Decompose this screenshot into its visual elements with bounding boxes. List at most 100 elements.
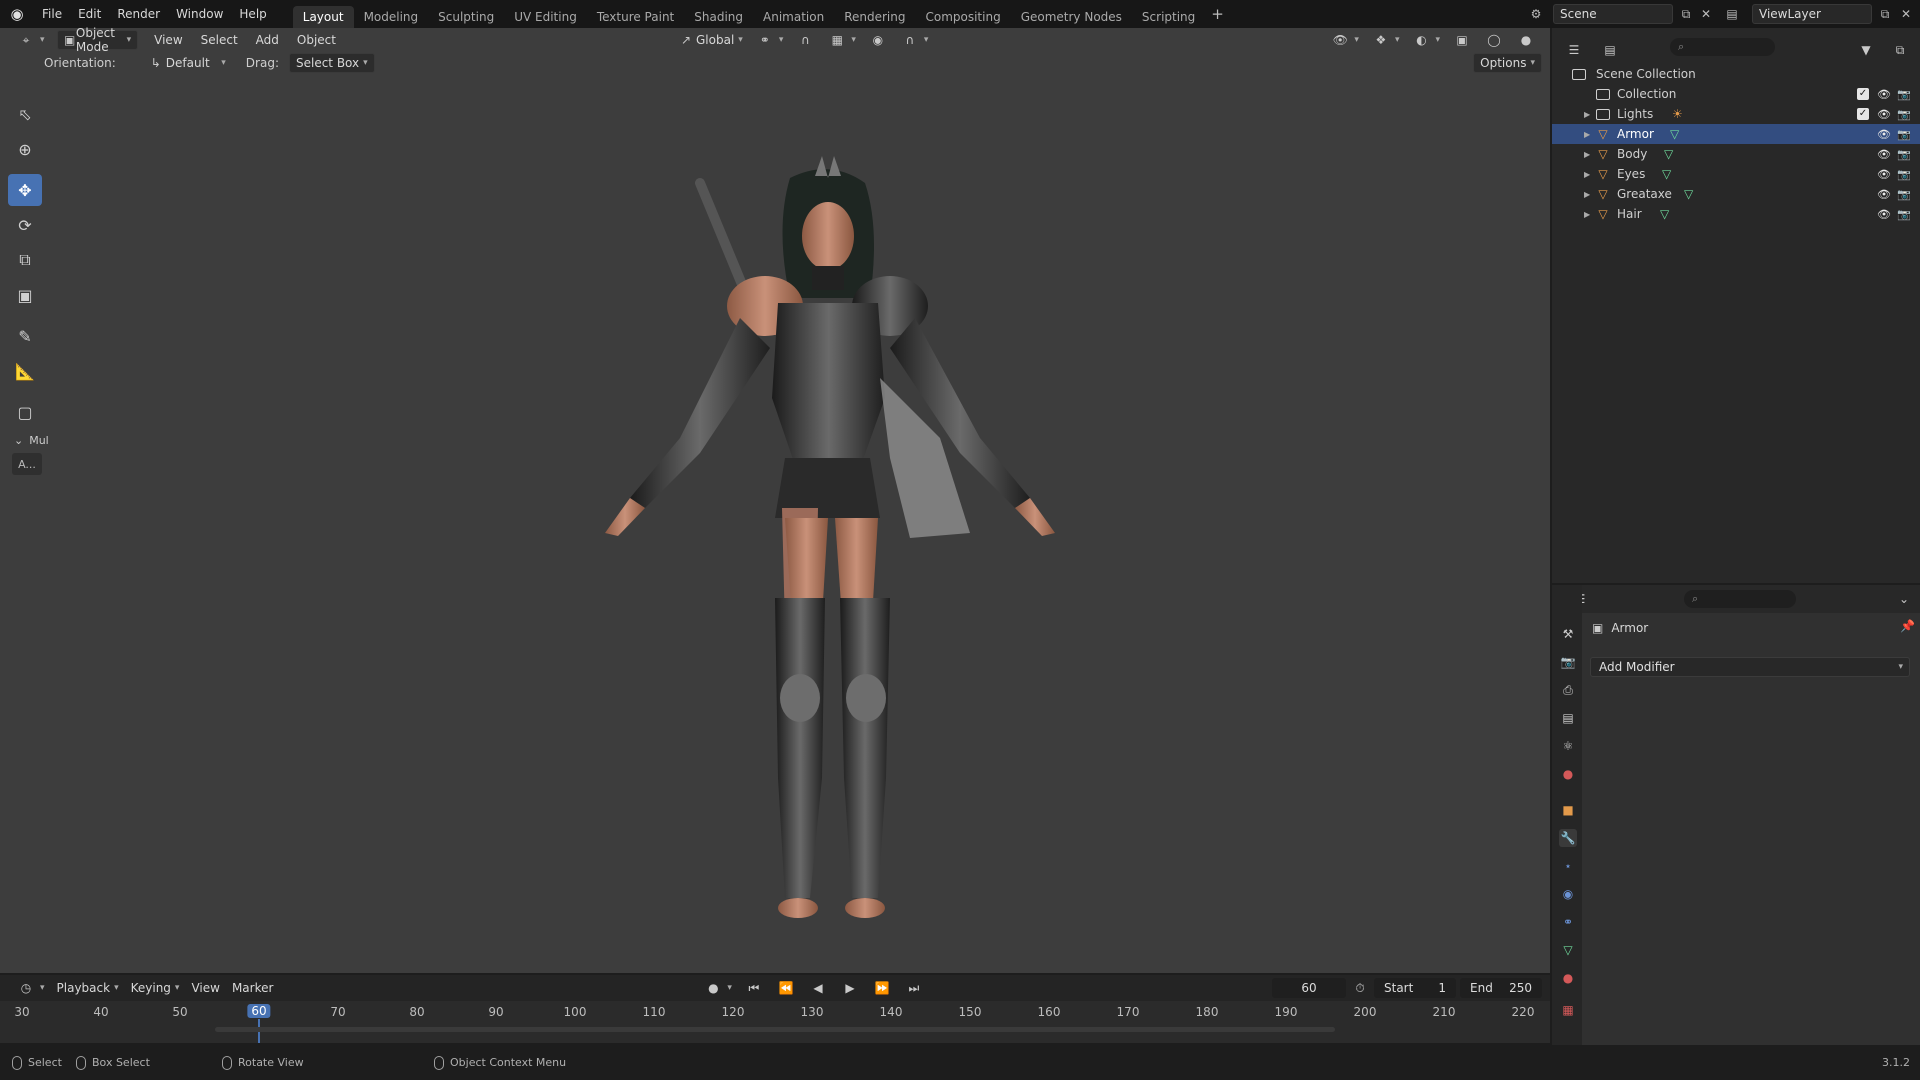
menu-edit[interactable]: Edit <box>70 0 109 28</box>
move-tool[interactable]: ✥ <box>8 174 42 206</box>
camera-icon[interactable]: 📷 <box>1897 168 1911 181</box>
current-frame-field[interactable]: 60 <box>1272 978 1346 998</box>
menu-keying[interactable]: Keying ▾ <box>125 978 186 998</box>
menu-timeline-view[interactable]: View <box>185 978 225 998</box>
add-cube-tool[interactable]: ▢ <box>8 396 42 428</box>
jump-start-button[interactable]: ⏮ <box>738 978 770 998</box>
transform-tool[interactable]: ▣ <box>8 279 42 311</box>
scene-browse-icon[interactable]: ⚙ <box>1526 4 1546 24</box>
mesh-data-icon[interactable]: ▽ <box>1684 187 1693 201</box>
menu-marker[interactable]: Marker <box>226 978 279 998</box>
delete-scene-icon[interactable]: ✕ <box>1696 4 1716 24</box>
editor-type-button[interactable]: ⌖ ▾ <box>10 30 51 50</box>
menu-view[interactable]: View <box>148 30 188 50</box>
particles-tab-icon[interactable]: ⋆ <box>1559 857 1577 875</box>
xray-toggle[interactable]: ▣ <box>1446 30 1478 50</box>
blender-logo-icon[interactable]: ◉ <box>0 0 34 28</box>
frame-ruler[interactable]: 30 40 50 60 70 80 90 100 110 120 130 140 150 160 170 18… <box>0 1001 1550 1043</box>
new-collection-icon[interactable]: ⧉ <box>1890 40 1910 60</box>
expand-arrow-icon[interactable]: ▶ <box>1584 170 1590 179</box>
shading-wireframe[interactable]: ◯ <box>1478 30 1510 50</box>
timeline-editor-type[interactable]: ◷ ▾ <box>10 978 51 998</box>
constraints-tab-icon[interactable]: ⚭ <box>1559 913 1577 931</box>
camera-icon[interactable]: 📷 <box>1897 88 1911 101</box>
measure-tool[interactable]: 📐 <box>8 355 42 387</box>
texture-tab-icon[interactable]: ▦ <box>1559 1001 1577 1019</box>
annotate-tool[interactable]: ✎ <box>8 320 42 352</box>
camera-icon[interactable]: 📷 <box>1897 148 1911 161</box>
object-tab-icon[interactable]: ■ <box>1559 801 1577 819</box>
snap-toggle[interactable]: ∩ <box>789 30 821 50</box>
outliner-row-eyes[interactable]: ▶ ▽ Eyes ▽ 👁 📷 <box>1552 164 1920 184</box>
expand-arrow-icon[interactable]: ▶ <box>1584 190 1590 199</box>
mesh-data-icon[interactable]: ▽ <box>1664 147 1673 161</box>
start-frame-field[interactable]: Start 1 <box>1374 978 1456 998</box>
expand-arrow-icon[interactable]: ▶ <box>1584 150 1590 159</box>
add-modifier-dropdown[interactable]: Add Modifier ▾ <box>1590 657 1910 677</box>
menu-help[interactable]: Help <box>231 0 274 28</box>
mesh-data-icon[interactable]: ▽ <box>1670 127 1679 141</box>
pin-icon[interactable]: 📌 <box>1900 619 1915 633</box>
filter-icon[interactable]: ▼ <box>1856 40 1876 60</box>
view-layer-browse-icon[interactable]: ▤ <box>1722 4 1742 24</box>
menu-render[interactable]: Render <box>109 0 168 28</box>
outliner-row-greataxe[interactable]: ▶ ▽ Greataxe ▽ 👁 📷 <box>1552 184 1920 204</box>
camera-icon[interactable]: 📷 <box>1897 208 1911 221</box>
output-tab-icon[interactable]: ⎙ <box>1559 681 1577 699</box>
end-frame-field[interactable]: End 250 <box>1460 978 1542 998</box>
play-reverse-button[interactable]: ◀ <box>802 978 834 998</box>
scale-tool[interactable]: ⧉ <box>8 244 42 276</box>
eye-icon[interactable]: 👁 <box>1877 148 1891 161</box>
exclude-checkbox[interactable]: ✓ <box>1857 108 1869 120</box>
cursor-tool[interactable]: ⊕ <box>8 133 42 165</box>
outliner-row-collection[interactable]: Collection ✓ 👁 📷 <box>1552 84 1920 104</box>
next-keyframe-button[interactable]: ⏩ <box>866 978 898 998</box>
orientation-dropdown[interactable]: ↳ Default ▾ <box>140 53 232 73</box>
eye-icon[interactable]: 👁 <box>1877 88 1891 101</box>
expand-arrow-icon[interactable]: ▶ <box>1584 210 1590 219</box>
play-button[interactable]: ▶ <box>834 978 866 998</box>
character-model[interactable] <box>560 138 1100 958</box>
camera-icon[interactable]: 📷 <box>1897 128 1911 141</box>
menu-select[interactable]: Select <box>195 30 244 50</box>
scene-tab-icon[interactable]: ⚛ <box>1559 737 1577 755</box>
outliner-row-hair[interactable]: ▶ ▽ Hair ▽ 👁 📷 <box>1552 204 1920 224</box>
transform-orientation-dropdown[interactable]: ↗ Global ▾ <box>670 30 749 50</box>
prev-keyframe-button[interactable]: ⏪ <box>770 978 802 998</box>
current-frame-indicator[interactable]: 60 <box>247 1004 271 1018</box>
expand-arrow-icon[interactable]: ▶ <box>1584 110 1590 119</box>
jump-end-button[interactable]: ⏭ <box>898 978 930 998</box>
material-tab-icon[interactable]: ● <box>1559 969 1577 987</box>
menu-object[interactable]: Object <box>291 30 342 50</box>
tab-sculpting[interactable]: Sculpting <box>428 6 504 28</box>
tab-compositing[interactable]: Compositing <box>915 6 1010 28</box>
menu-playback[interactable]: Playback ▾ <box>51 978 125 998</box>
expand-arrow-icon[interactable]: ▶ <box>1584 130 1590 139</box>
camera-icon[interactable]: 📷 <box>1897 188 1911 201</box>
menu-add[interactable]: Add <box>250 30 285 50</box>
new-scene-icon[interactable]: ⧉ <box>1676 4 1696 24</box>
scene-field[interactable]: Scene <box>1553 4 1673 24</box>
physics-tab-icon[interactable]: ◉ <box>1559 885 1577 903</box>
render-tab-icon[interactable]: 📷 <box>1559 653 1577 671</box>
eye-icon[interactable]: 👁 <box>1877 168 1891 181</box>
tab-modeling[interactable]: Modeling <box>354 6 429 28</box>
tool-tab-icon[interactable]: ⚒ <box>1559 625 1577 643</box>
select-box-tool[interactable]: ⬁ <box>8 98 42 130</box>
eye-icon[interactable]: 👁 <box>1877 208 1891 221</box>
tab-uv-editing[interactable]: UV Editing <box>504 6 587 28</box>
outliner-row-armor[interactable]: ▶ ▽ Armor ▽ 👁 📷 <box>1552 124 1920 144</box>
delete-view-layer-icon[interactable]: ✕ <box>1896 4 1916 24</box>
tab-geometry-nodes[interactable]: Geometry Nodes <box>1011 6 1132 28</box>
stopwatch-icon[interactable]: ⏱ <box>1350 978 1370 998</box>
mesh-data-icon[interactable]: ▽ <box>1662 167 1671 181</box>
tab-rendering[interactable]: Rendering <box>834 6 915 28</box>
tab-shading[interactable]: Shading <box>684 6 753 28</box>
3d-viewport[interactable]: ⌖ ▾ ▣ Object Mode ▾ View Select Add Object… <box>0 26 1661 973</box>
tab-animation[interactable]: Animation <box>753 6 834 28</box>
eye-icon[interactable]: 👁 <box>1877 188 1891 201</box>
camera-icon[interactable]: 📷 <box>1897 108 1911 121</box>
eye-icon[interactable]: 👁 <box>1877 128 1891 141</box>
outliner-editor-icon[interactable]: ☰ <box>1564 40 1584 60</box>
properties-search-input[interactable]: ⌕ <box>1684 590 1796 608</box>
